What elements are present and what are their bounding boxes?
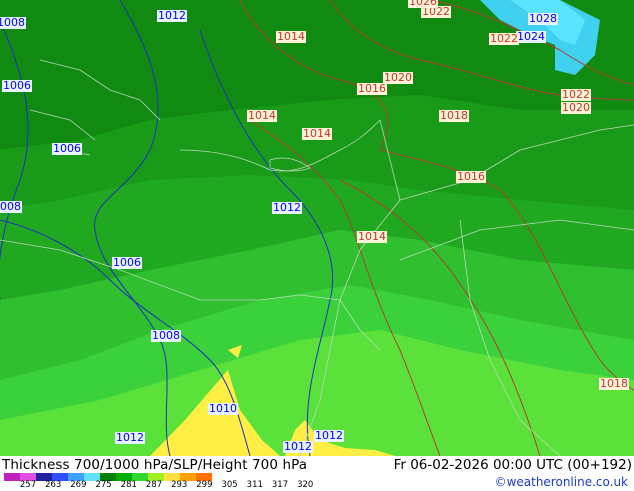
isobar-label: 1014 [247, 109, 277, 122]
scale-tick-label: 275 [95, 480, 112, 490]
weather-map: 1008 1012 1006 1006 1008 1012 1006 1008 … [0, 0, 634, 456]
isobar-label: 1012 [115, 431, 145, 444]
isobar-label: 1006 [52, 142, 82, 155]
isobar-label: 1006 [112, 256, 142, 269]
isobar-label: 1020 [383, 71, 413, 84]
isobar-label: 1008 [0, 201, 22, 213]
isobar-label: 1028 [528, 12, 558, 25]
isobar-label: 1018 [599, 377, 629, 390]
isobar-label: 1006 [2, 79, 32, 92]
run-time: Fr 06-02-2026 00:00 UTC (00+192) [393, 457, 632, 473]
credit-link[interactable]: ©weatheronline.co.uk [495, 475, 628, 489]
scale-tick-label: 317 [271, 480, 289, 490]
scale-tick-label: 311 [246, 480, 263, 490]
isobar-label: 1020 [561, 101, 591, 114]
isobar-label: 1008 [151, 329, 181, 342]
scale-swatch [4, 473, 20, 481]
isobar-label: 1012 [157, 9, 187, 22]
scale-tick-label: 287 [145, 480, 163, 490]
scale-tick-label: 257 [19, 480, 37, 490]
scale-tick-label: 269 [70, 480, 87, 490]
isobar-label: 1012 [272, 201, 302, 214]
isobar-label: 1012 [314, 429, 344, 442]
isobar-label: 1016 [456, 170, 486, 183]
scale-tick-label: 293 [171, 480, 188, 490]
isobar-label: 1022 [489, 32, 519, 45]
scale-tick-label: 320 [297, 480, 314, 490]
scale-tick-label: 299 [196, 480, 213, 490]
scale-tick-label: 281 [120, 480, 137, 490]
map-title: Thickness 700/1000 hPa/SLP/Height 700 hP… [2, 457, 308, 473]
isobar-label: 1026 [408, 0, 438, 8]
isobar-label: 1016 [357, 82, 387, 95]
isobar-label: 1014 [302, 127, 332, 140]
isobar-label: 1022 [561, 88, 591, 101]
isobar-label: 1010 [208, 402, 238, 415]
isobar-label: 1024 [516, 30, 546, 43]
isobar-label: 1014 [357, 230, 387, 243]
map-footer: Thickness 700/1000 hPa/SLP/Height 700 hP… [0, 456, 634, 490]
scale-tick-label: 263 [45, 480, 62, 490]
isobar-label: 1014 [276, 30, 306, 43]
map-background [0, 0, 634, 456]
isobar-label: 1012 [283, 440, 313, 453]
scale-tick-label: 305 [221, 480, 238, 490]
isobar-label: 1008 [0, 17, 26, 29]
isobar-label: 1018 [439, 109, 469, 122]
